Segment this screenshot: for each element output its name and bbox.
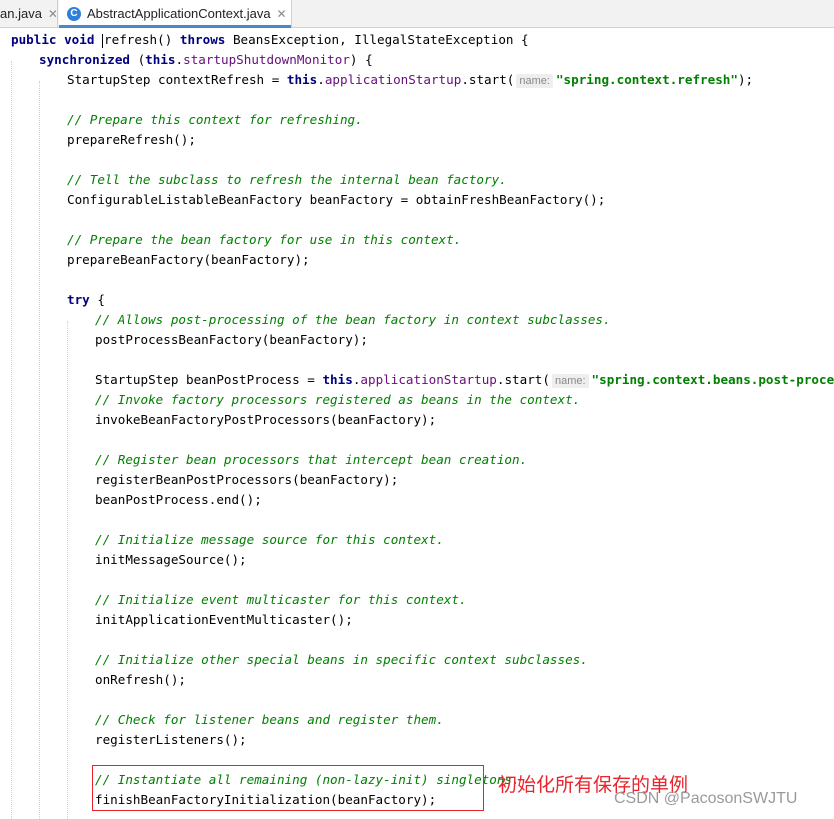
code-comment: // Prepare the bean factory for use in t…: [67, 232, 462, 247]
code-comment: // Initialize message source for this co…: [95, 532, 444, 547]
tab-label: an.java: [0, 6, 42, 21]
tab-label: AbstractApplicationContext.java: [87, 6, 271, 21]
code-line: ConfigurableListableBeanFactory beanFact…: [67, 192, 606, 207]
close-icon[interactable]: ✕: [48, 7, 58, 21]
code-line: initMessageSource();: [95, 552, 247, 567]
code-comment: // Tell the subclass to refresh the inte…: [67, 172, 507, 187]
code-line: StartupStep contextRefresh = this.applic…: [67, 72, 754, 88]
highlight-box: [92, 765, 484, 811]
code-line: public void refresh() throws BeansExcept…: [11, 32, 529, 48]
text-caret: [102, 33, 104, 48]
code-comment: // Invoke factory processors registered …: [95, 392, 581, 407]
tab-abstract-application-context[interactable]: C AbstractApplicationContext.java ✕: [59, 0, 292, 28]
indent-guide: [67, 321, 69, 819]
code-comment: // Allows post-processing of the bean fa…: [95, 312, 611, 327]
code-line: try {: [67, 292, 105, 307]
code-line: synchronized (this.startupShutdownMonito…: [39, 52, 373, 67]
code-comment: // Initialize event multicaster for this…: [95, 592, 467, 607]
code-comment: // Initialize other special beans in spe…: [95, 652, 588, 667]
code-comment: // Register bean processors that interce…: [95, 452, 528, 467]
class-icon: C: [67, 6, 81, 21]
code-comment: // Check for listener beans and register…: [95, 712, 444, 727]
watermark: CSDN @PacosonSWJTU: [614, 790, 798, 807]
parameter-hint: name:: [551, 374, 589, 388]
code-line: StartupStep beanPostProcess = this.appli…: [95, 372, 834, 388]
code-line: registerBeanPostProcessors(beanFactory);: [95, 472, 399, 487]
indent-guide: [39, 81, 41, 819]
code-line: onRefresh();: [95, 672, 186, 687]
code-line: registerListeners();: [95, 732, 247, 747]
code-line: invokeBeanFactoryPostProcessors(beanFact…: [95, 412, 437, 427]
code-line: beanPostProcess.end();: [95, 492, 262, 507]
tab-previous-file[interactable]: an.java ✕: [0, 0, 58, 27]
indent-guide: [11, 61, 13, 819]
close-icon[interactable]: ✕: [277, 7, 287, 21]
code-line: postProcessBeanFactory(beanFactory);: [95, 332, 368, 347]
code-line: initApplicationEventMulticaster();: [95, 612, 353, 627]
code-comment: // Prepare this context for refreshing.: [67, 112, 363, 127]
editor-tab-bar: an.java ✕ C AbstractApplicationContext.j…: [0, 0, 834, 28]
code-line: prepareBeanFactory(beanFactory);: [67, 252, 310, 267]
code-line: prepareRefresh();: [67, 132, 196, 147]
code-editor[interactable]: public void refresh() throws BeansExcept…: [0, 27, 834, 819]
parameter-hint: name:: [516, 74, 553, 88]
